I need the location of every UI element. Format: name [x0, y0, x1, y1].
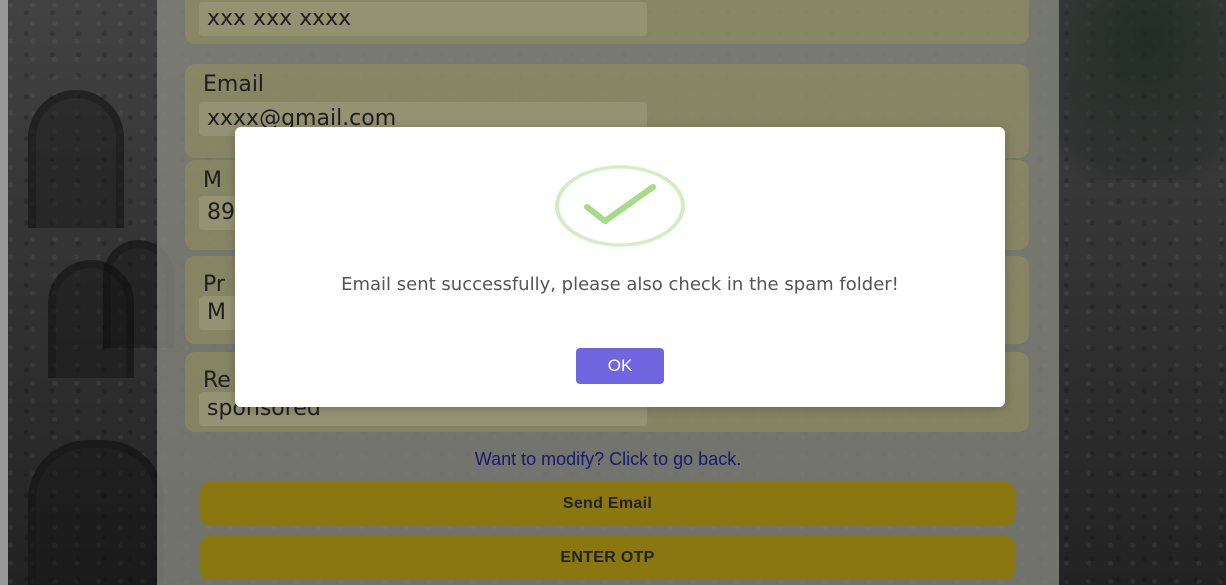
- success-dialog: Email sent successfully, please also che…: [235, 127, 1005, 407]
- screen: xxx xxx xxxx Email xxxx@gmail.com M 89 P…: [0, 0, 1226, 585]
- dialog-message: Email sent successfully, please also che…: [341, 274, 899, 295]
- success-check-icon: [555, 165, 685, 247]
- ok-button[interactable]: OK: [576, 348, 664, 384]
